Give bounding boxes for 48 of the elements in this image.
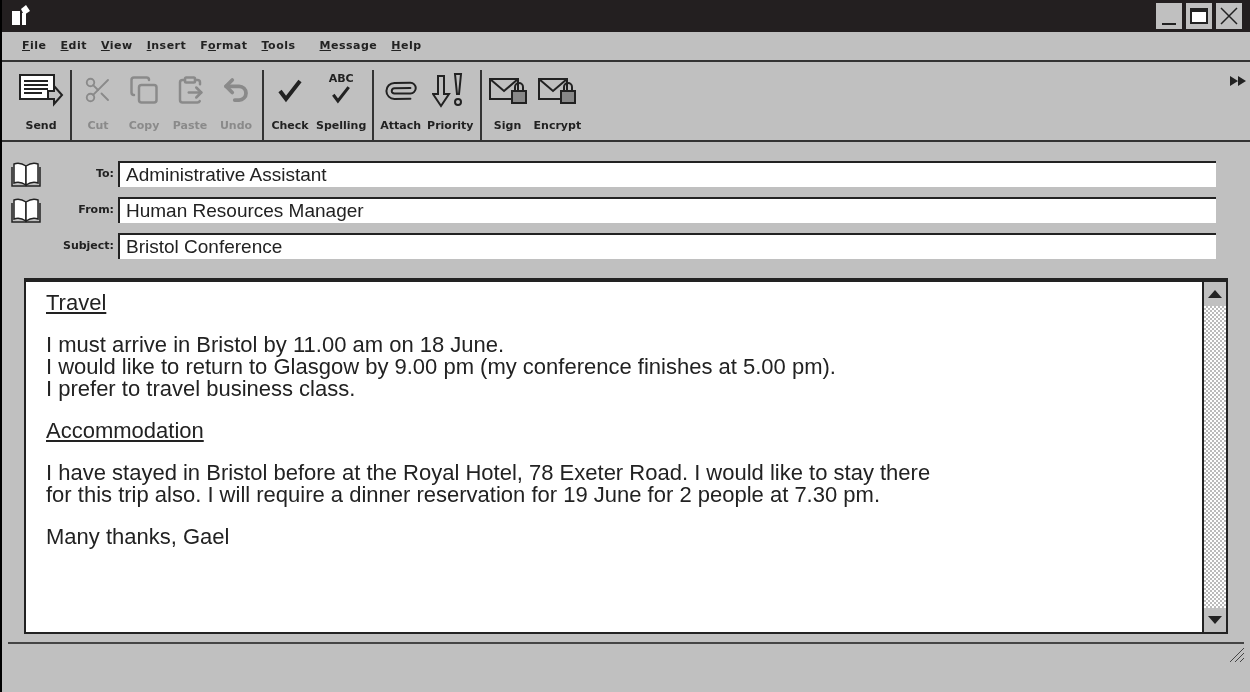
checkmark-icon: [277, 77, 303, 103]
section-heading: Travel: [46, 292, 108, 314]
more-icon[interactable]: [1230, 76, 1246, 86]
toolbar-button[interactable]: Check: [270, 70, 310, 140]
input-field[interactable]: Bristol Conference: [118, 233, 1216, 259]
menu-item[interactable]: Edit: [60, 37, 87, 55]
toolbar-button[interactable]: Attach: [380, 70, 422, 140]
body-text: I prefer to travel business class.: [46, 378, 356, 400]
close-button[interactable]: [1216, 3, 1242, 29]
app-logo-icon: [10, 5, 32, 27]
address-book-icon[interactable]: [11, 161, 41, 187]
up-arrow-icon: [1208, 290, 1222, 298]
body-text: Many thanks, Gael: [46, 526, 231, 548]
toolbar-button[interactable]: Priority: [427, 70, 474, 140]
field-label: To:: [95, 165, 114, 182]
scroll-up-button[interactable]: [1204, 282, 1226, 306]
copy-icon: [129, 75, 159, 105]
send-icon: [18, 73, 64, 107]
address-book-icon[interactable]: [11, 197, 41, 223]
section-heading: Accommodation: [46, 420, 205, 442]
undo-icon: [221, 75, 251, 105]
scroll-down-button[interactable]: [1204, 608, 1226, 632]
menu-item[interactable]: Insert: [146, 37, 187, 55]
menu-item[interactable]: File: [22, 37, 47, 55]
resize-grip-icon[interactable]: [1228, 646, 1244, 662]
envelope-lock-icon: [537, 75, 578, 105]
body-text: I must arrive in Bristol by 11.00 am on 18 June.: [46, 334, 506, 356]
menu-item[interactable]: View: [100, 37, 133, 55]
menu-item[interactable]: Tools: [261, 37, 296, 55]
toolbar-button[interactable]: Encrypt: [533, 70, 582, 140]
scrollbar[interactable]: [1202, 282, 1226, 632]
down-arrow-icon: [1208, 616, 1222, 624]
body-text: I would like to return to Glasgow by 9.00 pm (my conference finishes at 5.00 pm).: [46, 356, 837, 378]
body-text: I have stayed in Bristol before at the Royal Hotel, 78 Exeter Road. I would like to stay there: [46, 462, 932, 484]
menu-item[interactable]: Message: [319, 37, 378, 55]
menu-item[interactable]: Format: [200, 37, 248, 55]
toolbar-button[interactable]: Send: [18, 70, 64, 140]
body-text: for this trip also. I will require a dinner reservation for 19 June for 2 people at 7.30 pm.: [46, 484, 881, 506]
field-label: Subject:: [61, 237, 114, 254]
toolbar-button[interactable]: Sign: [487, 70, 528, 140]
menu-item[interactable]: Help: [391, 37, 422, 55]
minimize-button[interactable]: [1156, 3, 1182, 29]
envelope-lock-icon: [487, 75, 528, 105]
input-field[interactable]: Human Resources Manager: [118, 197, 1216, 223]
maximize-button[interactable]: [1186, 3, 1212, 29]
field-label: From:: [77, 201, 114, 218]
toolbar-button[interactable]: ABC Spelling: [316, 70, 367, 140]
input-field[interactable]: Administrative Assistant: [118, 161, 1216, 187]
